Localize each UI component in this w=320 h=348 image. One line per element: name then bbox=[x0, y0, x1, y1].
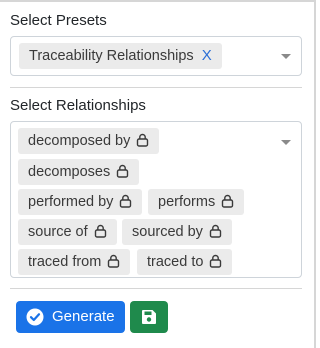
section-divider bbox=[10, 288, 302, 289]
lock-icon bbox=[137, 133, 149, 147]
lock-icon bbox=[120, 194, 132, 208]
preset-relationships-panel: Select Presets Traceability Relationship… bbox=[0, 0, 316, 348]
relationship-chip: decomposes bbox=[18, 159, 140, 185]
lock-icon bbox=[108, 254, 120, 268]
save-button[interactable] bbox=[130, 301, 168, 333]
relationships-select[interactable]: decomposed by decomposes performed by pe… bbox=[10, 121, 302, 278]
check-circle-icon bbox=[26, 308, 44, 326]
relationship-chip-label: sourced by bbox=[132, 224, 203, 240]
relationship-chip: performed by bbox=[18, 189, 143, 215]
lock-icon bbox=[209, 224, 222, 238]
select-presets-label: Select Presets bbox=[10, 12, 107, 29]
floppy-disk-icon bbox=[142, 310, 156, 324]
lock-icon bbox=[94, 224, 106, 238]
select-relationships-label: Select Relationships bbox=[10, 97, 146, 114]
relationship-chip-label: decomposed by bbox=[28, 133, 131, 149]
relationship-chip-label: performs bbox=[158, 194, 216, 210]
preset-chip-label: Traceability Relationships bbox=[29, 48, 194, 64]
relationship-chip: performs bbox=[148, 189, 245, 215]
lock-icon bbox=[222, 194, 234, 208]
preset-chip-traceability-relationships: Traceability Relationships X bbox=[19, 43, 222, 69]
relationship-chip-label: performed by bbox=[28, 194, 114, 210]
relationship-chip: traced to bbox=[137, 249, 233, 275]
lock-icon bbox=[117, 164, 129, 178]
panel-top-border bbox=[0, 0, 316, 2]
presets-select[interactable]: Traceability Relationships X bbox=[10, 36, 302, 76]
relationship-chip-label: traced to bbox=[147, 254, 204, 270]
relationship-chip-label: decomposes bbox=[28, 164, 111, 180]
panel-right-border bbox=[314, 0, 316, 348]
relationship-chip-label: traced from bbox=[28, 254, 102, 270]
remove-preset-button[interactable]: X bbox=[202, 47, 212, 64]
chevron-down-icon[interactable] bbox=[281, 140, 291, 145]
relationship-chip: source of bbox=[18, 219, 117, 245]
chevron-down-icon[interactable] bbox=[281, 54, 291, 59]
relationship-chip-label: source of bbox=[28, 224, 88, 240]
lock-icon bbox=[210, 254, 222, 268]
relationship-chip: traced from bbox=[18, 249, 131, 275]
generate-button-label: Generate bbox=[52, 308, 115, 325]
section-divider bbox=[10, 87, 302, 88]
relationship-chip: sourced by bbox=[122, 219, 232, 245]
relationship-chip: decomposed by bbox=[18, 128, 160, 154]
generate-button[interactable]: Generate bbox=[16, 301, 125, 333]
